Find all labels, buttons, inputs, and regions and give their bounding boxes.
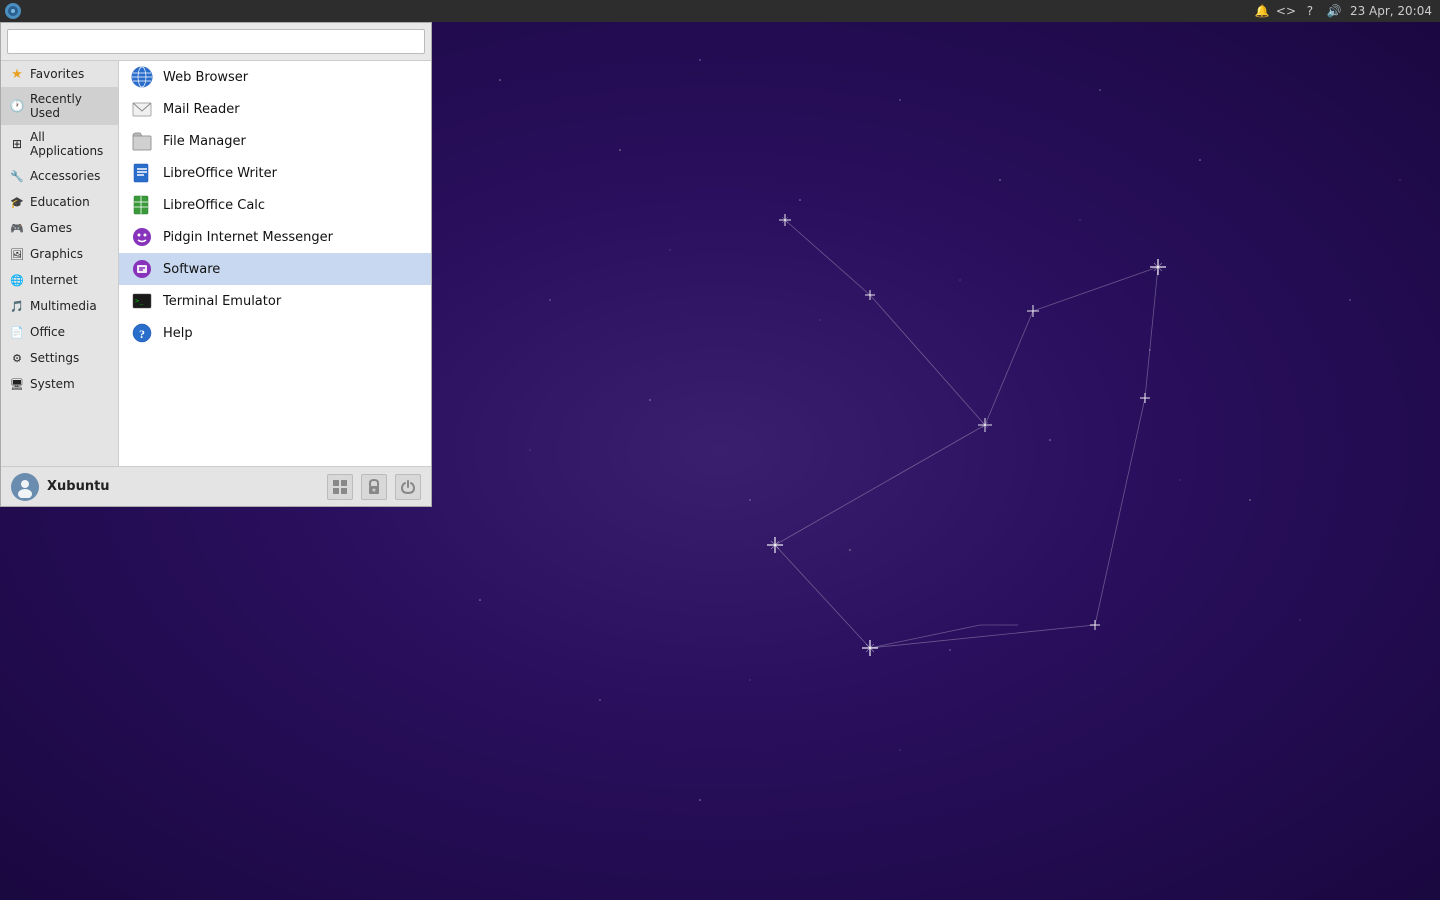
app-label: Mail Reader [163, 102, 240, 117]
app-label: Pidgin Internet Messenger [163, 230, 333, 245]
sidebar-item-education[interactable]: 🎓 Education [1, 189, 118, 215]
settings-icon: ⚙ [9, 350, 25, 366]
file-manager-icon [131, 130, 153, 152]
sidebar-item-label: Favorites [30, 67, 84, 81]
app-label: LibreOffice Calc [163, 198, 265, 213]
app-label: LibreOffice Writer [163, 166, 277, 181]
keyboard-icon[interactable]: <> [1278, 3, 1294, 19]
system-icon: 🖥 [9, 376, 25, 392]
menu-body: ★ Favorites 🕐 Recently Used ⊞ All Applic… [1, 61, 431, 466]
app-web-browser[interactable]: Web Browser [119, 61, 431, 93]
app-file-manager[interactable]: File Manager [119, 125, 431, 157]
app-label: File Manager [163, 134, 246, 149]
apps-panel: Web Browser Mail Reader [119, 61, 431, 466]
software-icon [131, 258, 153, 280]
taskbar-left [0, 2, 26, 20]
pidgin-icon [131, 226, 153, 248]
office-icon: 📄 [9, 324, 25, 340]
graphics-icon: 🖼 [9, 246, 25, 262]
sidebar-item-label: Education [30, 195, 90, 209]
app-terminal[interactable]: >_ Terminal Emulator [119, 285, 431, 317]
notification-icon[interactable]: 🔔 [1254, 3, 1270, 19]
sidebar-item-games[interactable]: 🎮 Games [1, 215, 118, 241]
app-menu: 🔍 ★ Favorites 🕐 Recently Used ⊞ All Appl… [0, 22, 432, 507]
internet-icon: 🌐 [9, 272, 25, 288]
sidebar-item-label: Games [30, 221, 72, 235]
app-label: Software [163, 262, 220, 277]
libreoffice-calc-icon [131, 194, 153, 216]
svg-text:>_: >_ [135, 297, 144, 305]
sidebar-item-accessories[interactable]: 🔧 Accessories [1, 163, 118, 189]
multimedia-icon: 🎵 [9, 298, 25, 314]
bottom-bar: Xubuntu [1, 466, 431, 506]
mail-reader-icon [131, 98, 153, 120]
username: Xubuntu [47, 479, 319, 494]
app-label: Help [163, 326, 193, 341]
sidebar-item-label: Internet [30, 273, 78, 287]
sidebar-item-office[interactable]: 📄 Office [1, 319, 118, 345]
app-libreoffice-calc[interactable]: LibreOffice Calc [119, 189, 431, 221]
help-app-icon: ? [131, 322, 153, 344]
sidebar-item-graphics[interactable]: 🖼 Graphics [1, 241, 118, 267]
education-icon: 🎓 [9, 194, 25, 210]
libreoffice-writer-icon [131, 162, 153, 184]
sidebar-item-settings[interactable]: ⚙ Settings [1, 345, 118, 371]
taskbar-logo [4, 2, 22, 20]
datetime: 23 Apr, 20:04 [1350, 4, 1432, 18]
sidebar-item-label: All Applications [30, 130, 110, 158]
sidebar-item-system[interactable]: 🖥 System [1, 371, 118, 397]
sidebar-item-label: Settings [30, 351, 79, 365]
web-browser-icon [131, 66, 153, 88]
volume-icon[interactable]: 🔊 [1326, 3, 1342, 19]
lock-button[interactable] [361, 474, 387, 500]
app-label: Web Browser [163, 70, 248, 85]
search-input[interactable] [7, 29, 425, 54]
app-mail-reader[interactable]: Mail Reader [119, 93, 431, 125]
app-label: Terminal Emulator [163, 294, 281, 309]
help-icon[interactable]: ? [1302, 3, 1318, 19]
svg-text:?: ? [139, 327, 145, 341]
all-applications-icon: ⊞ [9, 136, 25, 152]
app-help[interactable]: ? Help [119, 317, 431, 349]
app-pidgin[interactable]: Pidgin Internet Messenger [119, 221, 431, 253]
terminal-icon: >_ [131, 290, 153, 312]
sidebar: ★ Favorites 🕐 Recently Used ⊞ All Applic… [1, 61, 119, 466]
games-icon: 🎮 [9, 220, 25, 236]
sidebar-item-label: Office [30, 325, 65, 339]
app-software[interactable]: Software [119, 253, 431, 285]
accessories-icon: 🔧 [9, 168, 25, 184]
sidebar-item-label: System [30, 377, 75, 391]
search-bar: 🔍 [1, 23, 431, 61]
switch-user-button[interactable] [327, 474, 353, 500]
sidebar-item-label: Accessories [30, 169, 100, 183]
user-avatar [11, 473, 39, 501]
sidebar-item-favorites[interactable]: ★ Favorites [1, 61, 118, 87]
sidebar-item-all-applications[interactable]: ⊞ All Applications [1, 125, 118, 163]
taskbar-right: 🔔 <> ? 🔊 23 Apr, 20:04 [1254, 3, 1440, 19]
sidebar-item-multimedia[interactable]: 🎵 Multimedia [1, 293, 118, 319]
recently-used-icon: 🕐 [9, 98, 25, 114]
sidebar-item-label: Multimedia [30, 299, 97, 313]
taskbar: 🔔 <> ? 🔊 23 Apr, 20:04 [0, 0, 1440, 22]
power-button[interactable] [395, 474, 421, 500]
favorites-icon: ★ [9, 66, 25, 82]
search-wrapper: 🔍 [7, 29, 425, 54]
app-libreoffice-writer[interactable]: LibreOffice Writer [119, 157, 431, 189]
sidebar-item-label: Recently Used [30, 92, 110, 120]
sidebar-item-internet[interactable]: 🌐 Internet [1, 267, 118, 293]
sidebar-item-label: Graphics [30, 247, 83, 261]
sidebar-item-recently-used[interactable]: 🕐 Recently Used [1, 87, 118, 125]
